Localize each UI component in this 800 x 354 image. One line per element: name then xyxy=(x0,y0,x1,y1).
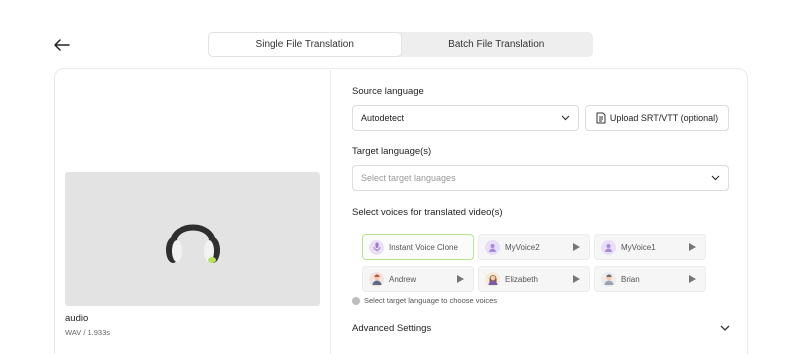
play-icon[interactable] xyxy=(687,274,697,284)
chevron-down-icon xyxy=(720,325,730,331)
voice-name: Andrew xyxy=(389,274,417,284)
play-icon[interactable] xyxy=(687,242,697,252)
voice-andrew[interactable]: Andrew xyxy=(362,266,474,292)
voice-name: MyVoice1 xyxy=(621,242,656,252)
voice-elizabeth[interactable]: Elizabeth xyxy=(478,266,590,292)
advanced-settings-label: Advanced Settings xyxy=(352,322,432,334)
voice-name: Instant Voice Clone xyxy=(389,242,458,252)
voices-hint-text: Select target language to choose voices xyxy=(364,296,498,305)
panel-divider xyxy=(330,70,331,354)
tab-single-file[interactable]: Single File Translation xyxy=(209,33,401,56)
info-dot-icon xyxy=(352,296,360,305)
media-file-name: audio xyxy=(65,313,89,324)
source-language-select[interactable]: Autodetect xyxy=(352,105,579,131)
target-language-placeholder: Select target languages xyxy=(361,173,456,183)
voices-hint: Select target language to choose voices xyxy=(352,296,497,305)
media-file-meta: WAV / 1.933s xyxy=(65,328,111,337)
voice-myvoice1[interactable]: MyVoice1 xyxy=(594,234,706,260)
voice-name: MyVoice2 xyxy=(505,242,540,252)
microphone-icon xyxy=(369,239,384,255)
tab-batch-file[interactable]: Batch File Translation xyxy=(401,33,593,56)
source-language-label: Source language xyxy=(352,86,424,97)
chevron-down-icon xyxy=(561,115,570,121)
document-icon xyxy=(596,112,606,124)
avatar-icon xyxy=(369,271,384,287)
source-language-value: Autodetect xyxy=(361,113,405,123)
voice-avatar-icon xyxy=(485,239,500,255)
upload-subtitle-button[interactable]: Upload SRT/VTT (optional) xyxy=(585,105,729,131)
target-language-label: Target language(s) xyxy=(352,146,432,157)
back-arrow-icon[interactable] xyxy=(52,36,72,54)
play-icon[interactable] xyxy=(571,274,581,284)
voice-instant-voice-clone[interactable]: Instant Voice Clone xyxy=(362,234,474,260)
voices-grid: Instant Voice Clone MyVoice2 MyVoice1 An… xyxy=(358,228,728,298)
chevron-down-icon xyxy=(711,175,720,181)
media-preview xyxy=(65,172,320,306)
translation-page: Single File Translation Batch File Trans… xyxy=(0,0,800,354)
voice-myvoice2[interactable]: MyVoice2 xyxy=(478,234,590,260)
play-icon[interactable] xyxy=(455,274,465,284)
play-icon[interactable] xyxy=(571,242,581,252)
voice-avatar-icon xyxy=(601,239,616,255)
target-language-select[interactable]: Select target languages xyxy=(352,165,729,191)
voice-name: Brian xyxy=(621,274,640,284)
avatar-icon xyxy=(601,271,616,287)
advanced-settings-toggle[interactable]: Advanced Settings xyxy=(352,318,730,338)
voices-label: Select voices for translated video(s) xyxy=(352,207,503,218)
voice-name: Elizabeth xyxy=(505,274,538,284)
voice-brian[interactable]: Brian xyxy=(594,266,706,292)
avatar-icon xyxy=(485,271,500,287)
translation-mode-tabs: Single File Translation Batch File Trans… xyxy=(208,32,593,57)
headphones-icon xyxy=(165,224,220,263)
upload-subtitle-label: Upload SRT/VTT (optional) xyxy=(609,113,719,123)
